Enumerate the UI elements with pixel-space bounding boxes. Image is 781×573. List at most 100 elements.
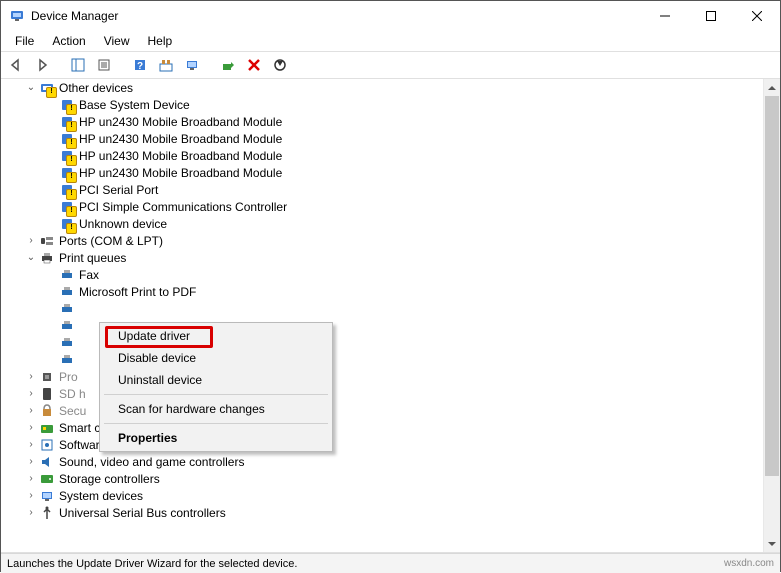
update-driver-button[interactable] [217, 54, 239, 76]
card-icon [39, 420, 55, 436]
printer-icon [59, 301, 75, 317]
device-item[interactable]: PCI Serial Port [1, 181, 780, 198]
category-other-devices[interactable]: ⌄ Other devices [1, 79, 780, 96]
separator [119, 54, 125, 76]
device-icon [59, 216, 75, 232]
action-button[interactable] [155, 54, 177, 76]
help-button[interactable]: ? [129, 54, 151, 76]
device-item[interactable]: PCI Simple Communications Controller [1, 198, 780, 215]
separator [57, 54, 63, 76]
expand-icon[interactable]: › [23, 386, 39, 402]
menu-action[interactable]: Action [44, 32, 93, 50]
maximize-button[interactable] [688, 1, 734, 31]
device-item[interactable]: HP un2430 Mobile Broadband Module [1, 147, 780, 164]
collapse-icon[interactable]: ⌄ [23, 80, 39, 96]
menu-help[interactable]: Help [140, 32, 181, 50]
show-hide-tree-button[interactable] [67, 54, 89, 76]
label: Base System Device [79, 97, 190, 112]
expand-icon[interactable]: › [23, 488, 39, 504]
label: SD h [59, 386, 86, 401]
category-ports[interactable]: ›Ports (COM & LPT) [1, 232, 780, 249]
other-devices-icon [39, 80, 55, 96]
scroll-thumb[interactable] [765, 96, 779, 476]
menu-update-driver[interactable]: Update driver [102, 325, 330, 347]
vertical-scrollbar[interactable] [763, 79, 780, 552]
device-item[interactable]: HP un2430 Mobile Broadband Module [1, 113, 780, 130]
expand-icon[interactable]: › [23, 369, 39, 385]
category-print-queues[interactable]: ⌄ Print queues [1, 249, 780, 266]
expand-icon[interactable]: › [23, 403, 39, 419]
expand-icon[interactable]: › [23, 471, 39, 487]
label: HP un2430 Mobile Broadband Module [79, 114, 282, 129]
expand-icon[interactable]: › [23, 420, 39, 436]
window-controls [642, 1, 780, 31]
expand-icon[interactable]: › [23, 505, 39, 521]
menu-divider [104, 423, 328, 424]
printer-icon [59, 267, 75, 283]
properties-button[interactable] [93, 54, 115, 76]
sound-icon [39, 454, 55, 470]
menu-scan-hardware[interactable]: Scan for hardware changes [102, 398, 330, 420]
label: Sound, video and game controllers [59, 454, 244, 469]
scroll-down-button[interactable] [764, 535, 780, 552]
label: Secu [59, 403, 86, 418]
printer-icon [59, 335, 75, 351]
sd-icon [39, 386, 55, 402]
status-text: Launches the Update Driver Wizard for th… [7, 558, 297, 570]
uninstall-button[interactable] [243, 54, 265, 76]
software-icon [39, 437, 55, 453]
menu-disable-device[interactable]: Disable device [102, 347, 330, 369]
category-storage[interactable]: › Storage controllers [1, 470, 780, 487]
svg-text:?: ? [137, 61, 143, 72]
label: Print queues [59, 250, 126, 265]
expand-icon[interactable]: › [23, 437, 39, 453]
device-icon [59, 97, 75, 113]
ports-icon [39, 233, 55, 249]
scan-hardware-button[interactable] [181, 54, 203, 76]
label: Unknown device [79, 216, 167, 231]
app-icon [9, 8, 25, 24]
category-sound[interactable]: › Sound, video and game controllers [1, 453, 780, 470]
device-item[interactable]: Fax [1, 266, 780, 283]
disable-button[interactable] [269, 54, 291, 76]
label: Update driver [118, 329, 190, 343]
minimize-button[interactable] [642, 1, 688, 31]
label: Fax [79, 267, 99, 282]
printer-icon [59, 284, 75, 300]
close-button[interactable] [734, 1, 780, 31]
category-usb[interactable]: ›Universal Serial Bus controllers [1, 504, 780, 521]
status-bar: Launches the Update Driver Wizard for th… [1, 553, 780, 573]
separator [207, 54, 213, 76]
device-icon [59, 148, 75, 164]
label: HP un2430 Mobile Broadband Module [79, 165, 282, 180]
back-button[interactable] [5, 54, 27, 76]
device-item[interactable]: Base System Device [1, 96, 780, 113]
menu-bar: File Action View Help [1, 31, 780, 51]
menu-properties[interactable]: Properties [102, 427, 330, 449]
title-bar: Device Manager [1, 1, 780, 31]
usb-icon [39, 505, 55, 521]
device-item[interactable]: Unknown device [1, 215, 780, 232]
device-item[interactable]: Microsoft Print to PDF [1, 283, 780, 300]
menu-view[interactable]: View [96, 32, 138, 50]
category-system[interactable]: › System devices [1, 487, 780, 504]
security-icon [39, 403, 55, 419]
expand-icon[interactable]: › [23, 233, 39, 249]
device-tree[interactable]: ⌄ Other devices Base System Device HP un… [1, 79, 780, 553]
device-icon [59, 114, 75, 130]
system-icon [39, 488, 55, 504]
label: System devices [59, 488, 143, 503]
device-icon [59, 131, 75, 147]
label: Storage controllers [59, 471, 160, 486]
forward-button[interactable] [31, 54, 53, 76]
expand-icon[interactable]: › [23, 454, 39, 470]
menu-file[interactable]: File [7, 32, 42, 50]
label: HP un2430 Mobile Broadband Module [79, 131, 282, 146]
scroll-up-button[interactable] [764, 79, 780, 96]
device-item-selected[interactable] [1, 300, 780, 317]
menu-uninstall-device[interactable]: Uninstall device [102, 369, 330, 391]
collapse-icon[interactable]: ⌄ [23, 250, 39, 266]
credit-text: wsxdn.com [724, 558, 774, 569]
device-item[interactable]: HP un2430 Mobile Broadband Module [1, 164, 780, 181]
device-item[interactable]: HP un2430 Mobile Broadband Module [1, 130, 780, 147]
